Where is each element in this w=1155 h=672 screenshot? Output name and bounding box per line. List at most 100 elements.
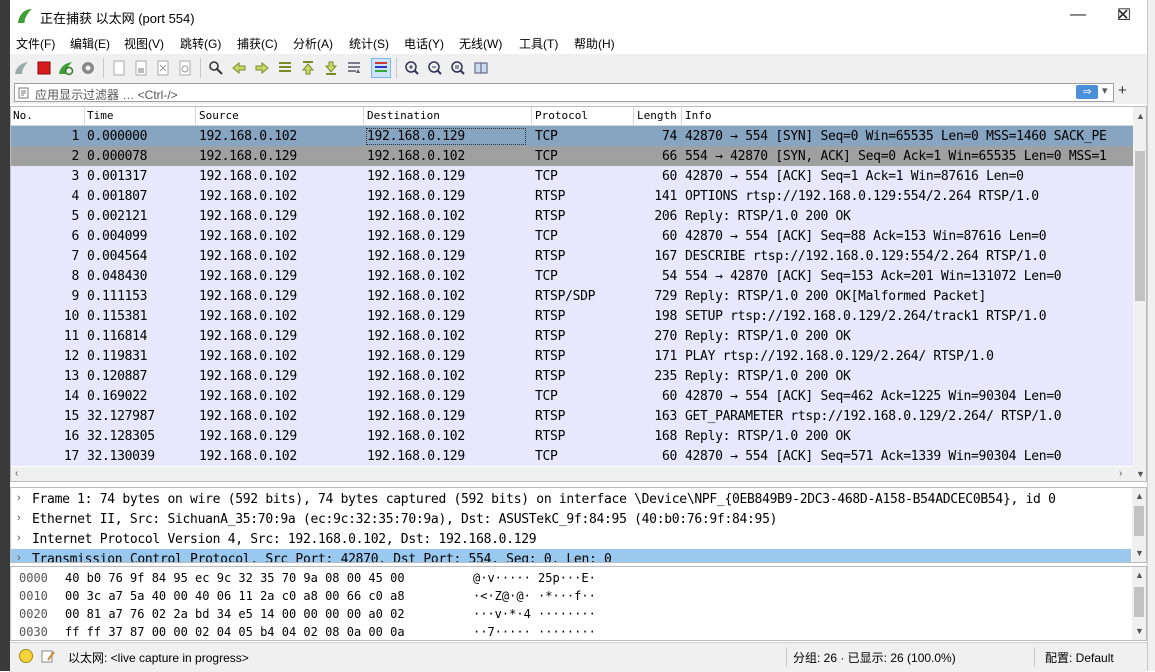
go-last-icon[interactable] xyxy=(321,58,341,78)
zoom-normal-icon[interactable] xyxy=(448,58,468,78)
menu-statistics[interactable]: 统计(S) xyxy=(349,35,389,52)
menu-file[interactable]: 文件(F) xyxy=(16,35,55,52)
menu-telephony[interactable]: 电话(Y) xyxy=(404,35,444,52)
menu-go[interactable]: 跳转(G) xyxy=(180,35,221,52)
packet-row[interactable]: 5 0.002121 192.168.0.129 192.168.0.102 RTSP 2… xyxy=(11,206,1133,226)
expand-arrow-icon[interactable]: › xyxy=(17,512,21,524)
go-first-icon[interactable] xyxy=(298,58,318,78)
add-filter-button[interactable]: + xyxy=(1118,82,1127,99)
column-source[interactable]: Source xyxy=(199,109,239,122)
scroll-down-icon[interactable]: ▼ xyxy=(1136,469,1145,479)
menu-help[interactable]: 帮助(H) xyxy=(574,35,615,52)
open-file-icon[interactable] xyxy=(109,58,129,78)
zoom-in-icon[interactable] xyxy=(402,58,422,78)
menu-analyze[interactable]: 分析(A) xyxy=(293,35,333,52)
bytes-hex[interactable]: 00 81 a7 76 02 2a bd 34 e5 14 00 00 00 0… xyxy=(65,607,405,621)
column-length[interactable]: Length xyxy=(637,109,677,122)
title-bar[interactable]: 正在捕获 以太网 (port 554) — ☐ xyxy=(10,0,1147,32)
packet-bytes-pane[interactable]: 0000 40 b0 76 9f 84 95 ec 9c 32 35 70 9a… xyxy=(10,566,1147,641)
status-profile[interactable]: 配置: Default xyxy=(1045,649,1114,666)
shark-fin-icon[interactable] xyxy=(12,58,32,78)
packet-row[interactable]: 15 32.127987 192.168.0.102 192.168.0.129 RTS… xyxy=(11,406,1133,426)
column-info[interactable]: Info xyxy=(685,109,712,122)
detail-row-frame[interactable]: › Frame 1: 74 bytes on wire (592 bits), … xyxy=(11,489,1131,509)
scrollbar-thumb[interactable] xyxy=(1134,587,1144,617)
resize-columns-icon[interactable] xyxy=(471,58,491,78)
packet-list-hscrollbar[interactable]: ‹ › xyxy=(11,467,1133,481)
capture-options-icon[interactable] xyxy=(78,58,98,78)
bytes-ascii[interactable]: @·v····· 25p···E· xyxy=(473,571,596,585)
detail-row-ethernet[interactable]: › Ethernet II, Src: SichuanA_35:70:9a (e… xyxy=(11,509,1131,529)
expand-arrow-icon[interactable]: › xyxy=(17,492,21,504)
column-protocol[interactable]: Protocol xyxy=(535,109,588,122)
close-file-icon[interactable] xyxy=(153,58,173,78)
colorize-icon[interactable] xyxy=(371,58,391,78)
packet-list[interactable]: No. Time Source Destination Protocol Len… xyxy=(10,106,1147,482)
filter-dropdown-icon[interactable]: ▾ xyxy=(1102,84,1108,97)
detail-row-tcp[interactable]: › Transmission Control Protocol, Src Por… xyxy=(11,549,1131,562)
packet-row[interactable]: 2 0.000078 192.168.0.129 192.168.0.102 TCP 66… xyxy=(11,146,1133,166)
stop-capture-icon[interactable] xyxy=(34,58,54,78)
packet-row[interactable]: 3 0.001317 192.168.0.102 192.168.0.129 TCP 60… xyxy=(11,166,1133,186)
menu-edit[interactable]: 编辑(E) xyxy=(70,35,110,52)
go-back-icon[interactable] xyxy=(229,58,249,78)
packet-row[interactable]: 10 0.115381 192.168.0.102 192.168.0.129 RTSP… xyxy=(11,306,1133,326)
packet-row[interactable]: 12 0.119831 192.168.0.102 192.168.0.129 RTSP… xyxy=(11,346,1133,366)
go-to-packet-icon[interactable] xyxy=(275,58,295,78)
bytes-vscrollbar[interactable]: ▲ ▼ xyxy=(1132,567,1146,640)
minimize-button[interactable]: — xyxy=(1055,0,1101,30)
capture-comment-icon[interactable] xyxy=(40,648,56,664)
scroll-right-icon[interactable]: › xyxy=(1119,468,1122,479)
go-forward-icon[interactable] xyxy=(252,58,272,78)
menu-view[interactable]: 视图(V) xyxy=(124,35,164,52)
auto-scroll-icon[interactable] xyxy=(344,58,364,78)
scroll-down-icon[interactable]: ▼ xyxy=(1135,548,1144,558)
bytes-hex[interactable]: 40 b0 76 9f 84 95 ec 9c 32 35 70 9a 08 0… xyxy=(65,571,405,585)
packet-row[interactable]: 13 0.120887 192.168.0.129 192.168.0.102 RTSP… xyxy=(11,366,1133,386)
menu-wireless[interactable]: 无线(W) xyxy=(459,35,502,52)
details-vscrollbar[interactable]: ▲ ▼ xyxy=(1132,488,1146,562)
packet-list-vscrollbar[interactable]: ▲ ▼ xyxy=(1133,107,1146,481)
packet-details-pane[interactable]: › Frame 1: 74 bytes on wire (592 bits), … xyxy=(10,487,1147,563)
menu-tools[interactable]: 工具(T) xyxy=(519,35,558,52)
column-no[interactable]: No. xyxy=(13,109,33,122)
bytes-ascii[interactable]: ·<·Z@·@· ·*···f·· xyxy=(473,589,596,603)
save-file-icon[interactable] xyxy=(131,58,151,78)
packet-row[interactable]: 7 0.004564 192.168.0.102 192.168.0.129 RTSP 1… xyxy=(11,246,1133,266)
packet-row[interactable]: 11 0.116814 192.168.0.129 192.168.0.102 RTSP… xyxy=(11,326,1133,346)
zoom-out-icon[interactable] xyxy=(425,58,445,78)
menu-capture[interactable]: 捕获(C) xyxy=(237,35,278,52)
scroll-down-icon[interactable]: ▼ xyxy=(1135,626,1144,636)
close-button[interactable]: ✕ xyxy=(1100,0,1146,30)
bookmark-icon[interactable] xyxy=(18,87,30,99)
packet-row[interactable]: 6 0.004099 192.168.0.102 192.168.0.129 TCP 60… xyxy=(11,226,1133,246)
detail-row-ipv4[interactable]: › Internet Protocol Version 4, Src: 192.… xyxy=(11,529,1131,549)
packet-row[interactable]: 14 0.169022 192.168.0.102 192.168.0.129 TCP 6… xyxy=(11,386,1133,406)
packet-row[interactable]: 9 0.111153 192.168.0.129 192.168.0.102 RTSP/… xyxy=(11,286,1133,306)
apply-filter-arrow-icon[interactable]: ⇒ xyxy=(1076,85,1098,99)
packet-row[interactable]: 4 0.001807 192.168.0.102 192.168.0.129 RTSP 1… xyxy=(11,186,1133,206)
expand-arrow-icon[interactable]: › xyxy=(17,532,21,544)
scroll-up-icon[interactable]: ▲ xyxy=(1136,111,1145,121)
expert-info-icon[interactable] xyxy=(18,648,34,664)
packet-row[interactable]: 1 0.000000 192.168.0.102 192.168.0.129 TCP 74… xyxy=(11,126,1133,146)
packet-row[interactable]: 17 32.130039 192.168.0.102 192.168.0.129 TCP… xyxy=(11,446,1133,466)
bytes-hex[interactable]: ff ff 37 87 00 00 02 04 05 b4 04 02 08 0… xyxy=(65,625,405,639)
scrollbar-thumb[interactable] xyxy=(1134,506,1144,536)
scroll-up-icon[interactable]: ▲ xyxy=(1135,491,1144,501)
expand-arrow-icon[interactable]: › xyxy=(17,552,21,562)
packet-row[interactable]: 16 32.128305 192.168.0.129 192.168.0.102 RTS… xyxy=(11,426,1133,446)
scroll-left-icon[interactable]: ‹ xyxy=(15,468,18,479)
scroll-up-icon[interactable]: ▲ xyxy=(1135,570,1144,580)
display-filter-input[interactable]: 应用显示过滤器 … <Ctrl-/> ⇒ ▾ xyxy=(14,83,1114,102)
find-packet-icon[interactable] xyxy=(206,58,226,78)
packet-row[interactable]: 8 0.048430 192.168.0.129 192.168.0.102 TCP 54… xyxy=(11,266,1133,286)
restart-capture-icon[interactable] xyxy=(56,58,76,78)
bytes-hex[interactable]: 00 3c a7 5a 40 00 40 06 11 2a c0 a8 00 6… xyxy=(65,589,405,603)
reload-file-icon[interactable] xyxy=(175,58,195,78)
bytes-ascii[interactable]: ···v·*·4 ········ xyxy=(473,607,596,621)
scrollbar-thumb[interactable] xyxy=(1135,151,1145,301)
column-destination[interactable]: Destination xyxy=(367,109,440,122)
column-time[interactable]: Time xyxy=(87,109,114,122)
bytes-ascii[interactable]: ··7····· ········ xyxy=(473,625,596,639)
